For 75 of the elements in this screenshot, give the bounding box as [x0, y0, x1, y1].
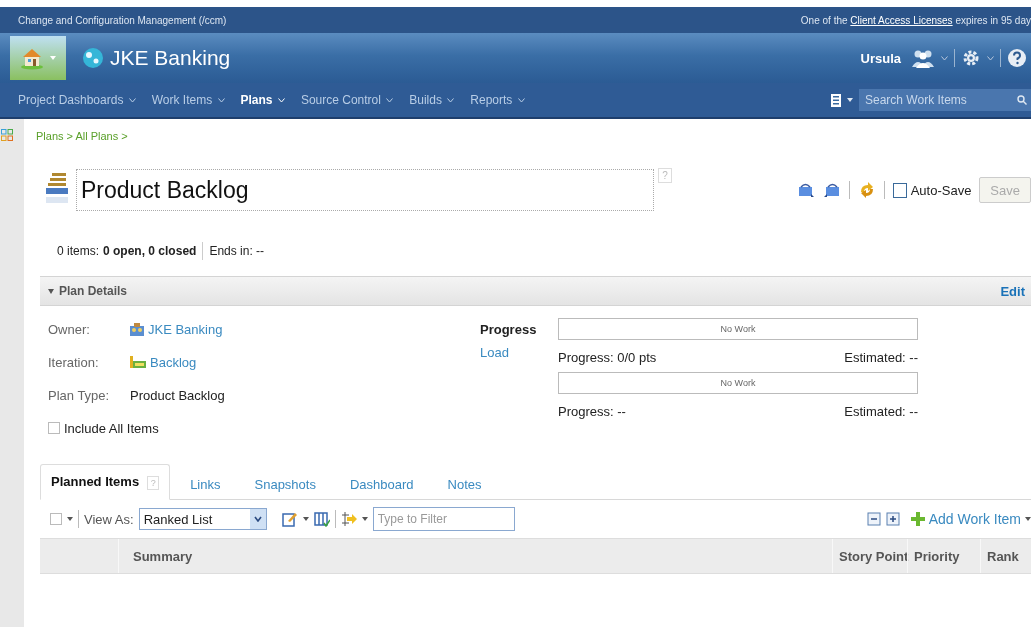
basket-icon[interactable] — [796, 182, 815, 198]
collapse-all-icon[interactable] — [866, 512, 881, 526]
caret-icon[interactable] — [361, 517, 368, 521]
plus-icon — [910, 512, 925, 526]
item-count: 0 items: — [57, 244, 99, 258]
checkbox[interactable] — [48, 422, 60, 434]
caret-icon[interactable] — [67, 517, 73, 521]
team-icon — [130, 322, 144, 336]
estimated-text: Estimated: -- — [844, 349, 918, 365]
tab[interactable]: Snapshots — [240, 469, 330, 499]
globe-icon — [82, 47, 104, 69]
owner-link[interactable]: JKE Banking — [130, 321, 223, 337]
tab[interactable]: Dashboard — [335, 469, 428, 499]
iteration-link[interactable]: Backlog — [130, 354, 197, 370]
settings-icon[interactable] — [961, 48, 981, 68]
field-label: Plan Type: — [48, 387, 111, 403]
plan-title-field[interactable]: Product Backlog — [76, 169, 654, 211]
include-all-items-checkbox[interactable]: Include All Items — [48, 417, 480, 439]
breadcrumb[interactable]: Plans > All Plans > — [36, 130, 128, 142]
nav-menu-item[interactable]: Project Dashboards — [18, 93, 136, 107]
iteration-icon — [130, 356, 146, 368]
list-icon[interactable] — [831, 93, 841, 107]
add-work-item-button[interactable]: Add Work Item — [910, 511, 1031, 527]
caret-icon[interactable] — [253, 516, 262, 522]
field-label: Iteration: — [48, 354, 100, 370]
search-field[interactable]: Search Work Items — [865, 93, 1017, 107]
progress-text: Progress: 0/0 pts — [558, 349, 657, 365]
house-icon — [20, 46, 46, 70]
field-label: Owner: — [48, 321, 91, 337]
column-header[interactable]: Priority — [907, 539, 980, 573]
view-as-dropdown[interactable]: Ranked List — [138, 508, 267, 530]
field-value: Product Backlog — [130, 387, 225, 403]
auto-save-checkbox[interactable]: Auto-Save — [892, 182, 972, 198]
estimated-text: Estimated: -- — [844, 403, 918, 419]
progress-bar: No Work — [558, 372, 918, 394]
caret-icon[interactable] — [302, 517, 309, 521]
app-title: Change and Configuration Management (/ccm) — [18, 14, 227, 26]
nav-menu-item[interactable]: Work Items — [151, 93, 225, 107]
nav-menu-item[interactable]: Source Control — [300, 93, 394, 107]
project-name: JKE Banking — [110, 46, 231, 70]
load-link[interactable]: Load — [480, 345, 509, 360]
open-closed-count: 0 open, 0 closed — [103, 244, 197, 258]
column-header[interactable]: Rank — [980, 539, 1031, 573]
plan-details-toggle[interactable]: Plan Details — [40, 283, 134, 299]
grid-icon[interactable] — [1, 129, 13, 141]
edit-icon[interactable] — [281, 511, 298, 527]
search-icon[interactable] — [1017, 95, 1027, 105]
filter-arrows-icon[interactable] — [340, 511, 357, 527]
expand-all-icon[interactable] — [885, 512, 900, 526]
select-all-checkbox[interactable] — [50, 513, 62, 525]
licenses-link[interactable]: Client Access Licenses — [850, 14, 953, 26]
nav-menu-item[interactable]: Reports — [470, 93, 525, 107]
column-header[interactable]: Story Point — [832, 539, 907, 573]
license-notice: One of the Client Access Licenses expires in 95 day — [800, 14, 1031, 26]
tab[interactable]: Notes — [433, 469, 496, 499]
filter-field[interactable]: Type to Filter — [372, 507, 515, 531]
progress-title: Progress — [480, 322, 538, 337]
help-icon[interactable] — [1007, 48, 1027, 68]
ends-in: Ends in: -- — [209, 244, 265, 258]
edit-link[interactable]: Edit — [1000, 283, 1031, 299]
caret-icon — [50, 56, 56, 60]
people-icon[interactable] — [911, 48, 935, 68]
basket-icon[interactable] — [822, 182, 841, 198]
nav-menu-item[interactable]: Builds — [409, 93, 455, 107]
tab[interactable]: Links — [176, 469, 235, 499]
view-as-label: View As: — [84, 511, 134, 527]
checkbox[interactable] — [892, 182, 907, 198]
tab[interactable]: Planned Items ? — [40, 464, 171, 500]
user-name[interactable]: Ursula — [860, 50, 901, 66]
column-header[interactable]: Summary — [118, 539, 832, 573]
progress-bar: No Work — [558, 318, 918, 340]
nav-menu-item[interactable]: Plans — [240, 93, 285, 107]
progress-text: Progress: -- — [558, 403, 626, 419]
columns-icon[interactable] — [313, 511, 330, 527]
search-box[interactable]: Search Work Items — [859, 89, 1031, 111]
